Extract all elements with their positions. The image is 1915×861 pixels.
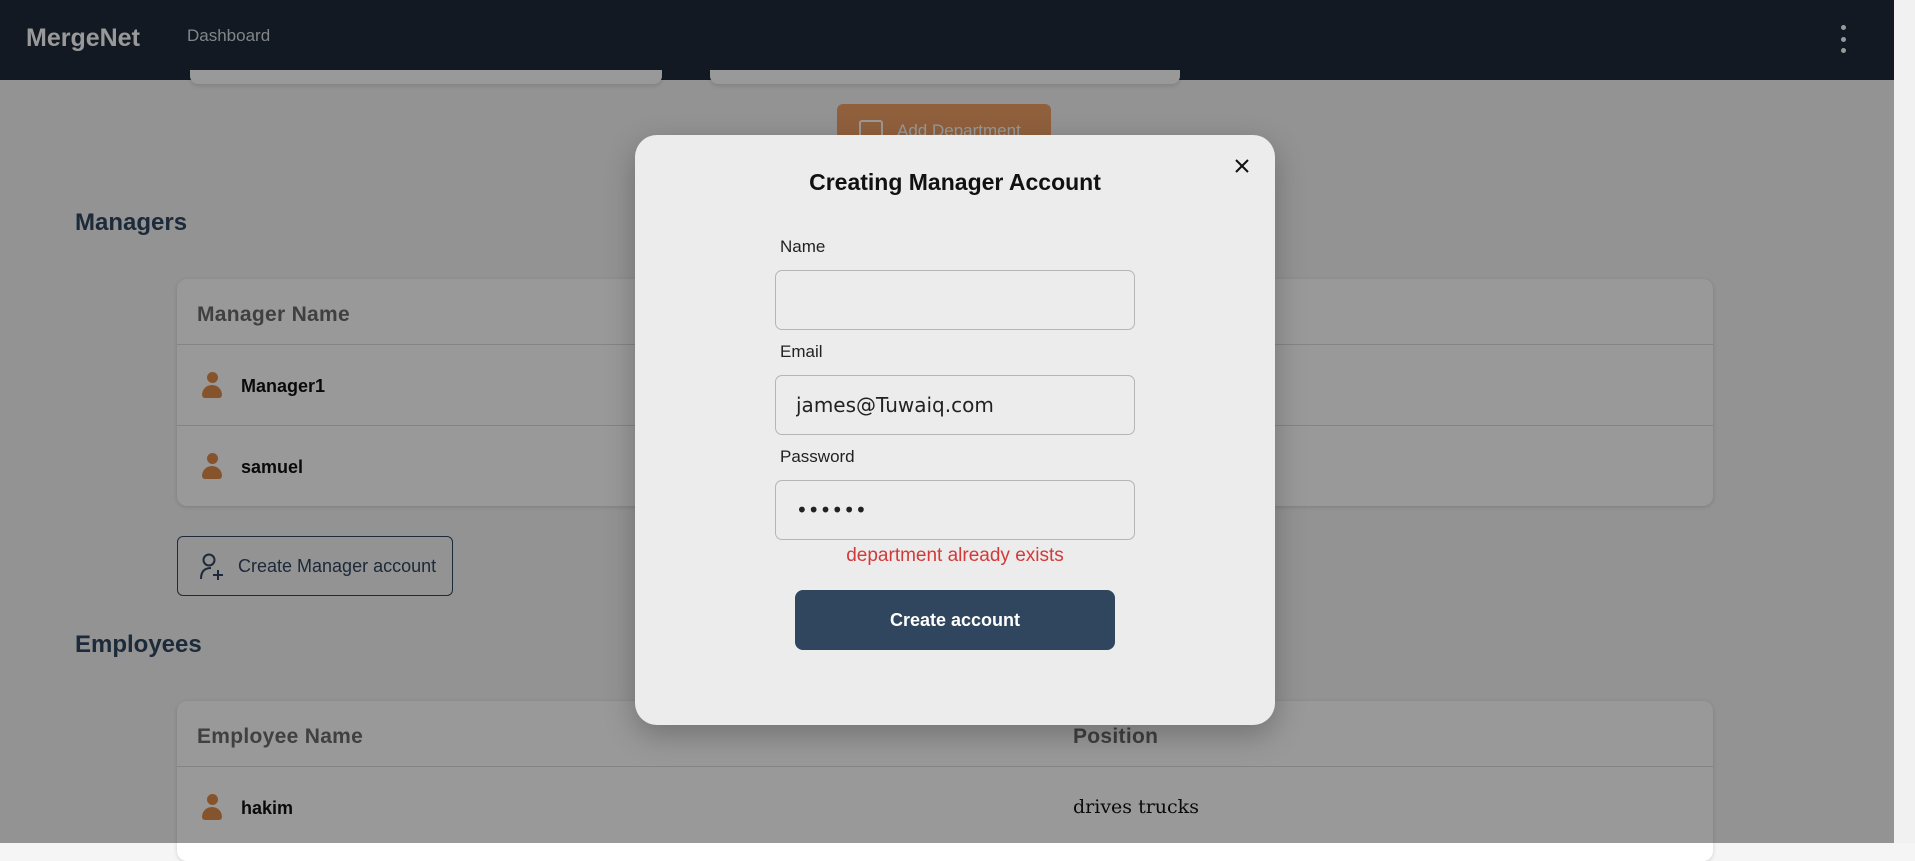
password-field[interactable] xyxy=(775,480,1135,540)
name-field[interactable] xyxy=(775,270,1135,330)
error-message: department already exists xyxy=(846,545,1064,566)
scrollbar[interactable] xyxy=(1894,0,1915,843)
close-icon[interactable] xyxy=(1231,155,1253,177)
password-label: Password xyxy=(780,447,855,466)
name-label: Name xyxy=(780,237,826,256)
create-manager-modal: Creating Manager Account Name Email Pass… xyxy=(635,135,1275,725)
email-field[interactable] xyxy=(775,375,1135,435)
create-account-button[interactable]: Create account xyxy=(795,590,1115,650)
modal-title: Creating Manager Account xyxy=(809,169,1101,195)
email-label: Email xyxy=(780,342,823,361)
